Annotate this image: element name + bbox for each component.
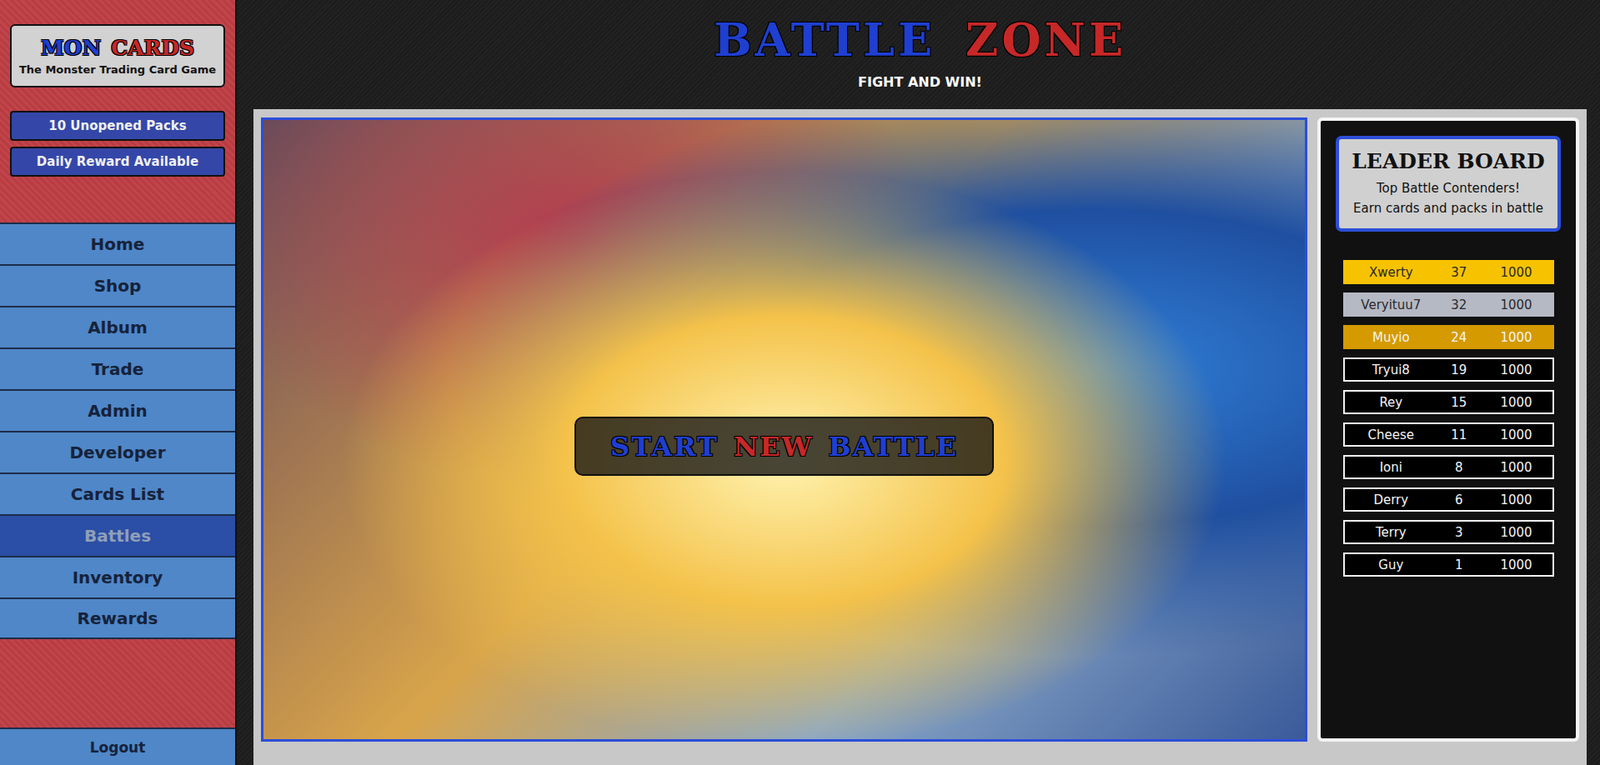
player-wins: 6 (1437, 492, 1481, 508)
leaderboard-subtitle: Earn cards and packs in battle (1353, 198, 1544, 219)
logout-button[interactable]: Logout (0, 727, 236, 765)
button-word: START (610, 431, 719, 463)
player-name: Rey (1344, 395, 1439, 411)
leaderboard-subtitle: Top Battle Contenders! (1376, 178, 1520, 199)
player-name: Derry (1344, 492, 1439, 508)
main: BATTLE ZONE FIGHT AND WIN! START NEW BATTLE LE… (236, 0, 1600, 765)
logo-word: CARDS (110, 35, 195, 61)
player-wins: 32 (1437, 297, 1481, 313)
leaderboard-row: Cheese111000 (1343, 422, 1555, 447)
sidebar-item[interactable]: Rewards (0, 597, 236, 640)
logo-tagline: The Monster Trading Card Game (19, 63, 216, 76)
sidebar-item[interactable]: Home (0, 222, 236, 265)
leaderboard-row: Rey151000 (1343, 390, 1555, 415)
leaderboard-row: Terry31000 (1343, 520, 1555, 545)
player-name: Tryui8 (1344, 362, 1439, 378)
sidebar-item[interactable]: Developer (0, 431, 236, 473)
sidebar-item[interactable]: Cards List (0, 472, 236, 515)
page-subtitle: FIGHT AND WIN! (857, 74, 983, 91)
player-score: 1000 (1480, 557, 1553, 573)
title-word: BATTLE (713, 13, 936, 68)
sidebar-item[interactable]: Shop (0, 264, 236, 306)
battle-artwork: START NEW BATTLE (260, 117, 1308, 743)
leaderboard-title: LEADER BOARD (1351, 149, 1545, 174)
leaderboard-row: Guy11000 (1343, 552, 1555, 577)
player-wins: 37 (1437, 265, 1481, 281)
page-title: BATTLE ZONE (713, 13, 1127, 68)
sidebar-nav: HomeShopAlbumTradeAdminDeveloperCards Li… (0, 222, 236, 640)
leaderboard-row: Tryui8191000 (1343, 357, 1555, 382)
player-wins: 8 (1437, 460, 1481, 476)
sidebar: MON CARDS The Monster Trading Card Game 10 … (0, 0, 237, 765)
player-name: Cheese (1344, 427, 1439, 443)
player-score: 1000 (1480, 330, 1553, 346)
player-name: Terry (1344, 525, 1439, 541)
player-name: Ioni (1344, 460, 1439, 476)
player-wins: 3 (1437, 525, 1481, 541)
title-word: ZONE (965, 13, 1127, 68)
logo-word: MON (40, 35, 101, 61)
leaderboard-row: Veryituu7321000 (1343, 292, 1555, 317)
player-wins: 11 (1437, 427, 1481, 443)
start-battle-button[interactable]: START NEW BATTLE (574, 416, 994, 477)
player-score: 1000 (1480, 297, 1553, 313)
leaderboard-row: Xwerty371000 (1343, 260, 1555, 285)
sidebar-item[interactable]: Inventory (0, 556, 236, 598)
player-name: Veryituu7 (1344, 297, 1439, 313)
player-score: 1000 (1480, 362, 1553, 378)
sidebar-item[interactable]: Trade (0, 347, 236, 390)
player-score: 1000 (1480, 460, 1553, 476)
sidebar-item[interactable]: Admin (0, 389, 236, 432)
player-score: 1000 (1480, 525, 1553, 541)
status-button[interactable]: Daily Reward Available (10, 146, 226, 177)
player-name: Guy (1344, 557, 1439, 573)
sidebar-top: MON CARDS The Monster Trading Card Game 10 … (0, 0, 236, 223)
player-name: Xwerty (1344, 265, 1439, 281)
button-word: NEW (733, 431, 814, 463)
sidebar-item[interactable]: Album (0, 305, 236, 348)
leaderboard-row: Ioni81000 (1343, 455, 1555, 480)
header: BATTLE ZONE FIGHT AND WIN! (253, 13, 1587, 110)
player-wins: 15 (1437, 395, 1481, 411)
leaderboard: LEADER BOARD Top Battle Contenders!Earn c… (1317, 117, 1580, 743)
player-score: 1000 (1480, 395, 1553, 411)
player-wins: 19 (1437, 362, 1481, 378)
player-score: 1000 (1480, 492, 1553, 508)
sidebar-item[interactable]: Battles (0, 514, 236, 557)
button-word: BATTLE (827, 431, 958, 463)
player-score: 1000 (1480, 427, 1553, 443)
leaderboard-header: LEADER BOARD Top Battle Contenders!Earn c… (1335, 135, 1561, 232)
player-score: 1000 (1480, 265, 1553, 281)
status-button[interactable]: 10 Unopened Packs (10, 110, 226, 141)
leaderboard-row: Derry61000 (1343, 487, 1555, 512)
player-wins: 1 (1437, 557, 1481, 573)
logo-title: MON CARDS (40, 35, 195, 61)
page: MON CARDS The Monster Trading Card Game 10 … (0, 0, 1600, 765)
battle-panel: START NEW BATTLE LEADER BOARD Top Battle Con… (253, 109, 1587, 765)
logo: MON CARDS The Monster Trading Card Game (10, 24, 226, 88)
leaderboard-row: Muyio241000 (1343, 325, 1555, 350)
player-name: Muyio (1344, 330, 1439, 346)
player-wins: 24 (1437, 330, 1481, 346)
